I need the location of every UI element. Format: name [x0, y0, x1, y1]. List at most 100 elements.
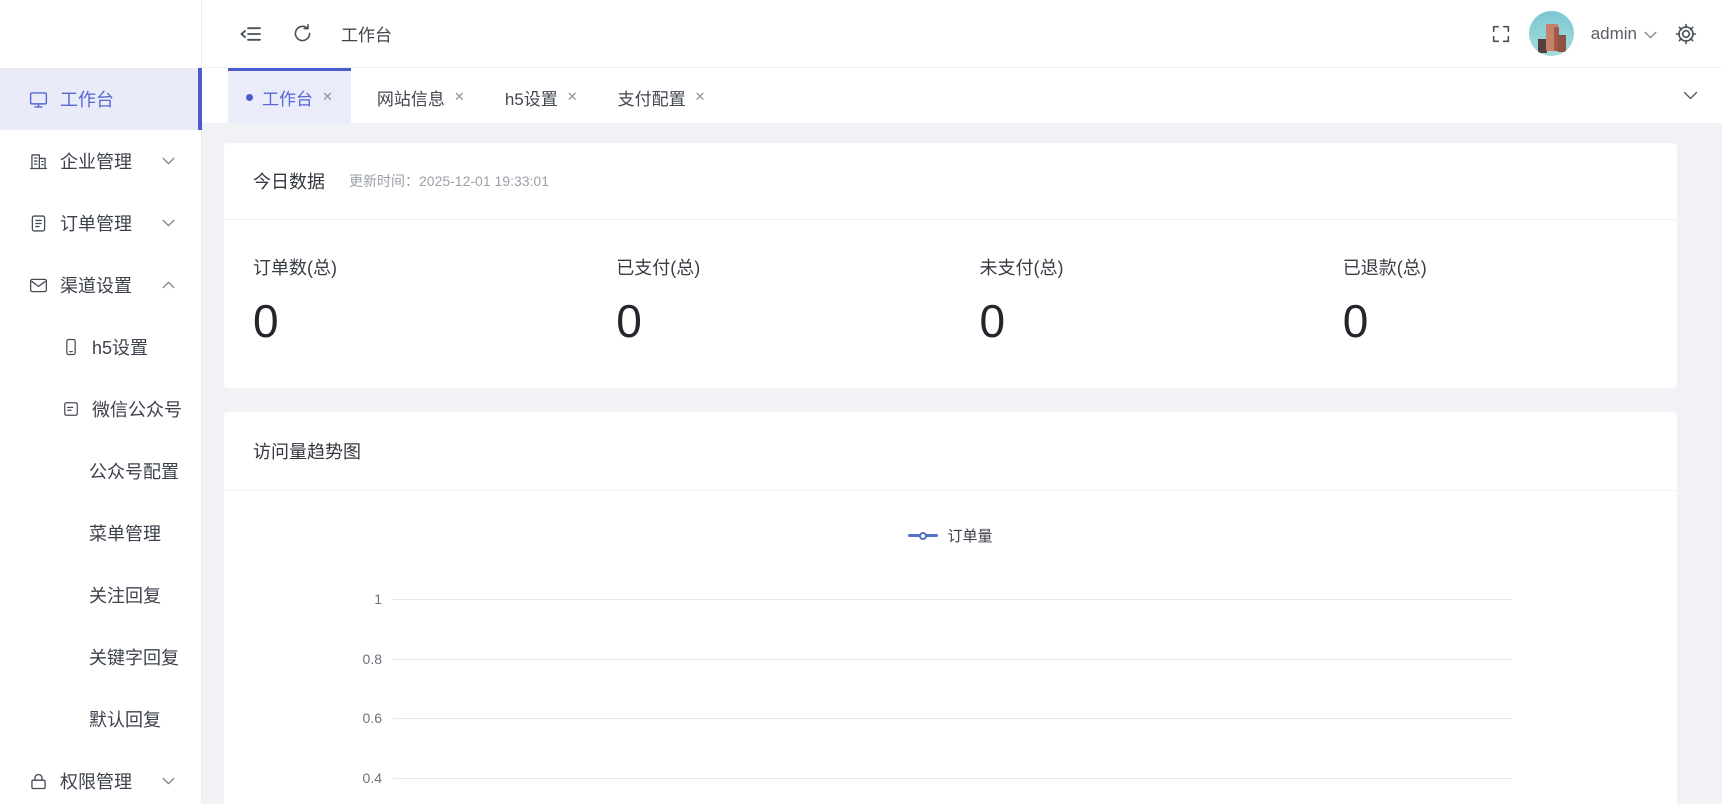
stat-value: 0 [616, 298, 950, 344]
update-time: 更新时间：2025-12-01 19:33:01 [349, 171, 549, 191]
stat-unpaid: 未支付(总) 0 [951, 254, 1314, 388]
card-header: 今日数据 更新时间：2025-12-01 19:33:01 [224, 143, 1677, 220]
sidebar-item-label: 订单管理 [60, 210, 162, 236]
avatar-building [1546, 24, 1558, 51]
stat-label: 已支付(总) [616, 254, 950, 280]
chevron-down-icon [162, 157, 175, 165]
sidebar-item-label: 默认回复 [89, 706, 201, 732]
menu-fold-icon[interactable] [238, 22, 264, 46]
logo-area [0, 0, 201, 68]
close-icon[interactable] [454, 89, 465, 105]
user-menu[interactable]: admin [1591, 24, 1657, 44]
sidebar-item-label: 企业管理 [60, 148, 162, 174]
stat-label: 未支付(总) [980, 254, 1314, 280]
sidebar-item-label: 权限管理 [60, 768, 162, 794]
sidebar-item-channels[interactable]: 渠道设置 [0, 254, 201, 316]
stat-value: 0 [980, 298, 1314, 344]
stat-total-orders: 订单数(总) 0 [224, 254, 587, 388]
document-icon [28, 213, 49, 234]
chevron-down-icon [162, 219, 175, 227]
sidebar-item-orders[interactable]: 订单管理 [0, 192, 201, 254]
sidebar-item-keyword-reply[interactable]: 关键字回复 [0, 626, 201, 688]
sidebar-item-menu-management[interactable]: 菜单管理 [0, 502, 201, 564]
tab-bar: 工作台 网站信息 h5设置 支付配置 [202, 68, 1722, 123]
stat-label: 订单数(总) [253, 254, 587, 280]
sidebar-item-permissions[interactable]: 权限管理 [0, 750, 201, 804]
tab-site-info[interactable]: 网站信息 [363, 68, 479, 123]
sidebar-item-label: 公众号配置 [89, 458, 201, 484]
card-header: 访问量趋势图 [224, 412, 1677, 491]
tab-h5-settings[interactable]: h5设置 [491, 68, 592, 123]
tab-label: 网站信息 [377, 85, 445, 110]
avatar[interactable] [1529, 11, 1574, 56]
sidebar-menu: 工作台 企业管理 订单管理 渠道设置 [0, 68, 201, 804]
sidebar-item-label: 菜单管理 [89, 520, 201, 546]
gridline [393, 659, 1512, 660]
sidebar-item-h5-settings[interactable]: h5设置 [0, 316, 201, 378]
sidebar-item-label: 工作台 [60, 86, 201, 112]
close-icon[interactable] [695, 89, 706, 105]
sidebar-item-label: 关键字回复 [89, 644, 201, 670]
gridline [393, 718, 1512, 719]
refresh-icon[interactable] [291, 22, 314, 45]
lock-icon [28, 771, 49, 792]
main-content: 今日数据 更新时间：2025-12-01 19:33:01 订单数(总) 0 已… [202, 123, 1722, 804]
chevron-up-icon [162, 281, 175, 289]
tabs-dropdown-chevron-icon[interactable] [1683, 91, 1698, 100]
sidebar-item-default-reply[interactable]: 默认回复 [0, 688, 201, 750]
fullscreen-icon[interactable] [1490, 23, 1512, 45]
avatar-building [1558, 35, 1566, 52]
legend-label: 订单量 [947, 525, 992, 546]
legend-circle-marker-icon [919, 532, 927, 540]
active-indicator [198, 68, 202, 130]
sidebar-item-enterprise[interactable]: 企业管理 [0, 130, 201, 192]
y-axis-tick: 0.4 [224, 770, 382, 786]
y-axis-tick: 1 [224, 591, 382, 607]
sidebar-item-workbench[interactable]: 工作台 [0, 68, 201, 130]
sidebar-item-official-account-config[interactable]: 公众号配置 [0, 440, 201, 502]
tab-label: 工作台 [262, 85, 313, 110]
sidebar-item-label: 微信公众号 [92, 396, 201, 422]
tab-label: 支付配置 [618, 85, 686, 110]
close-icon[interactable] [322, 89, 333, 105]
stats-row: 订单数(总) 0 已支付(总) 0 未支付(总) 0 已退款(总) 0 [224, 220, 1677, 388]
sidebar-item-label: 关注回复 [89, 582, 201, 608]
gridline [393, 599, 1512, 600]
line-chart: 订单量 1 0.8 0.6 0.4 [224, 491, 1677, 804]
stat-value: 0 [253, 298, 587, 344]
sidebar-item-follow-reply[interactable]: 关注回复 [0, 564, 201, 626]
monitor-icon [28, 89, 49, 110]
gridline [393, 778, 1512, 779]
breadcrumb: 工作台 [341, 21, 392, 46]
stat-refunded: 已退款(总) 0 [1314, 254, 1677, 388]
legend-item-orders[interactable]: 订单量 [224, 525, 1677, 546]
sidebar-item-label: 渠道设置 [60, 272, 162, 298]
doc-lines-icon [60, 399, 81, 420]
tab-workbench[interactable]: 工作台 [228, 68, 351, 123]
phone-icon [60, 337, 81, 358]
card-title: 访问量趋势图 [253, 438, 361, 464]
envelope-icon [28, 275, 49, 296]
card-title: 今日数据 [253, 168, 325, 194]
gear-icon[interactable] [1674, 22, 1698, 46]
y-axis-tick: 0.6 [224, 710, 382, 726]
legend-line-marker-icon [908, 534, 938, 537]
update-time-label: 更新时间： [349, 173, 419, 189]
stat-value: 0 [1343, 298, 1677, 344]
building-icon [28, 151, 49, 172]
chevron-down-icon [162, 777, 175, 785]
visits-trend-card: 访问量趋势图 订单量 1 0.8 0.6 0.4 [224, 412, 1677, 804]
today-data-card: 今日数据 更新时间：2025-12-01 19:33:01 订单数(总) 0 已… [224, 143, 1677, 388]
sidebar-item-label: h5设置 [92, 334, 201, 360]
update-time-value: 2025-12-01 19:33:01 [419, 173, 549, 189]
username: admin [1591, 24, 1637, 44]
y-axis-tick: 0.8 [224, 651, 382, 667]
chevron-down-icon [1644, 31, 1657, 39]
sidebar: 工作台 企业管理 订单管理 渠道设置 [0, 0, 202, 804]
stat-label: 已退款(总) [1343, 254, 1677, 280]
close-icon[interactable] [567, 89, 578, 105]
tab-label: h5设置 [505, 85, 558, 110]
tab-payment-config[interactable]: 支付配置 [604, 68, 720, 123]
top-bar: 工作台 admin [202, 0, 1722, 68]
sidebar-item-wechat-official[interactable]: 微信公众号 [0, 378, 201, 440]
